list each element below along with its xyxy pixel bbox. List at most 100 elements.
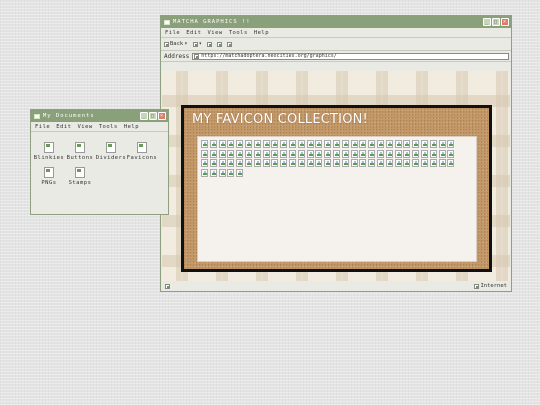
favicon-image[interactable] (359, 140, 367, 148)
back-dropdown-icon[interactable]: ▾ (184, 41, 187, 47)
favicon-image[interactable] (262, 140, 270, 148)
favicon-image[interactable] (420, 149, 428, 158)
favicon-image[interactable] (271, 159, 279, 168)
favicon-image[interactable] (447, 140, 455, 148)
favicon-image[interactable] (315, 140, 323, 148)
maximize-button[interactable]: □ (492, 18, 500, 26)
favicon-image[interactable] (385, 159, 393, 168)
favicon-image[interactable] (288, 140, 296, 148)
favicon-image[interactable] (350, 159, 358, 168)
favicon-image[interactable] (315, 159, 323, 168)
favicon-image[interactable] (227, 149, 235, 158)
favicon-image[interactable] (201, 140, 208, 148)
folder-favicons[interactable]: Favicons (127, 142, 157, 161)
documents-titlebar[interactable]: My Documents _ □ × (31, 110, 168, 122)
favicon-image[interactable] (368, 149, 376, 158)
favicon-image[interactable] (288, 159, 296, 168)
favicon-image[interactable] (218, 159, 226, 168)
favicon-image[interactable] (324, 159, 332, 168)
favicon-image[interactable] (394, 149, 402, 158)
stop-icon[interactable] (226, 41, 232, 47)
folder-stamps[interactable]: Stamps (66, 167, 94, 186)
favicon-image[interactable] (394, 140, 402, 148)
favicon-image[interactable] (420, 140, 428, 148)
favicon-image[interactable] (438, 149, 446, 158)
favicon-image[interactable] (332, 159, 340, 168)
favicon-image[interactable] (315, 149, 323, 158)
favicon-image[interactable] (385, 149, 393, 158)
favicon-image[interactable] (236, 149, 244, 158)
favicon-image[interactable] (297, 140, 305, 148)
favicon-image[interactable] (376, 149, 384, 158)
minimize-button[interactable]: _ (483, 18, 491, 26)
docs-menu-tools[interactable]: Tools (99, 124, 118, 130)
folder-blinkies[interactable]: Blinkies (34, 142, 64, 161)
favicon-image[interactable] (447, 149, 455, 158)
address-input[interactable]: https://matchadoptera.neocities.org/grap… (192, 52, 509, 60)
favicon-image[interactable] (420, 159, 428, 168)
favicon-image[interactable] (368, 140, 376, 148)
favicon-image[interactable] (209, 168, 217, 177)
favicon-image[interactable] (429, 140, 437, 148)
back-button[interactable]: Back ▾ (164, 41, 188, 47)
favicon-image[interactable] (236, 168, 244, 177)
favicon-image[interactable] (218, 149, 226, 158)
docs-close-button[interactable]: × (158, 112, 166, 120)
favicon-image[interactable] (376, 140, 384, 148)
favicon-image[interactable] (403, 159, 411, 168)
favicon-image[interactable] (253, 140, 261, 148)
favicon-image[interactable] (262, 149, 270, 158)
docs-menu-view[interactable]: View (78, 124, 93, 130)
favicon-image[interactable] (280, 149, 288, 158)
favicon-image[interactable] (209, 159, 217, 168)
menu-view[interactable]: View (208, 30, 223, 36)
docs-menu-edit[interactable]: Edit (56, 124, 71, 130)
favicon-image[interactable] (297, 159, 305, 168)
favicon-image[interactable] (341, 159, 349, 168)
favicon-image[interactable] (350, 140, 358, 148)
favicon-image[interactable] (280, 159, 288, 168)
favicon-image[interactable] (253, 159, 261, 168)
favicon-image[interactable] (209, 149, 217, 158)
favicon-image[interactable] (306, 159, 314, 168)
favicon-image[interactable] (438, 159, 446, 168)
favicon-image[interactable] (201, 149, 208, 158)
favicon-image[interactable] (280, 140, 288, 148)
home-icon[interactable] (216, 41, 222, 47)
favicon-image[interactable] (271, 140, 279, 148)
favicon-image[interactable] (271, 149, 279, 158)
favicon-image[interactable] (227, 140, 235, 148)
forward-button[interactable]: ▾ (192, 41, 202, 47)
favicon-image[interactable] (332, 149, 340, 158)
favicon-image[interactable] (209, 140, 217, 148)
favicon-image[interactable] (403, 140, 411, 148)
favicon-image[interactable] (288, 149, 296, 158)
folder-buttons[interactable]: Buttons (66, 142, 94, 161)
favicon-image[interactable] (244, 149, 252, 158)
favicon-image[interactable] (218, 140, 226, 148)
favicon-image[interactable] (350, 149, 358, 158)
favicon-image[interactable] (394, 159, 402, 168)
favicon-image[interactable] (341, 140, 349, 148)
favicon-image[interactable] (236, 140, 244, 148)
favicon-image[interactable] (385, 140, 393, 148)
menu-help[interactable]: Help (254, 30, 269, 36)
favicon-image[interactable] (376, 159, 384, 168)
refresh-icon[interactable] (206, 41, 212, 47)
favicon-image[interactable] (429, 149, 437, 158)
favicon-image[interactable] (244, 159, 252, 168)
menu-edit[interactable]: Edit (186, 30, 201, 36)
docs-menu-help[interactable]: Help (124, 124, 139, 130)
favicon-image[interactable] (244, 140, 252, 148)
forward-dropdown-icon[interactable]: ▾ (199, 41, 202, 47)
favicon-image[interactable] (359, 149, 367, 158)
favicon-image[interactable] (438, 140, 446, 148)
favicon-image[interactable] (262, 159, 270, 168)
docs-menu-file[interactable]: File (35, 124, 50, 130)
favicon-image[interactable] (236, 159, 244, 168)
docs-minimize-button[interactable]: _ (140, 112, 148, 120)
favicon-image[interactable] (403, 149, 411, 158)
favicon-image[interactable] (227, 168, 235, 177)
favicon-image[interactable] (201, 168, 208, 177)
favicon-image[interactable] (447, 159, 455, 168)
